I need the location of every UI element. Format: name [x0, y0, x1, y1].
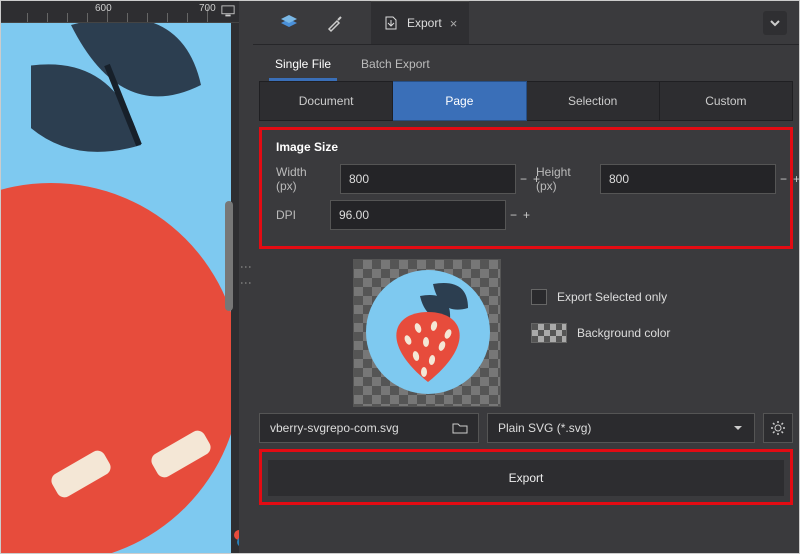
panel-resize-grip[interactable]: ⋮⋮: [239, 1, 253, 553]
chevron-down-icon[interactable]: [763, 11, 787, 35]
height-plus[interactable]: +: [793, 172, 800, 186]
dpi-plus[interactable]: +: [523, 208, 530, 222]
scope-tabs: Document Page Selection Custom: [259, 81, 793, 121]
background-color-row[interactable]: Background color: [531, 323, 670, 343]
export-button[interactable]: Export: [268, 460, 784, 496]
ruler-tick-600: 600: [95, 3, 112, 14]
brush-icon[interactable]: [325, 13, 345, 33]
display-icon: [221, 5, 235, 17]
dpi-label: DPI: [276, 208, 320, 222]
ruler-horizontal: 600 700: [1, 1, 239, 23]
scope-document[interactable]: Document: [259, 81, 393, 121]
folder-icon[interactable]: [452, 421, 468, 435]
dpi-field[interactable]: [331, 208, 502, 222]
filename-text: vberry-svgrepo-com.svg: [270, 421, 399, 435]
image-size-section: Image Size Width (px) −+ Height (px) −+ …: [262, 130, 790, 246]
tab-single-file[interactable]: Single File: [269, 49, 337, 81]
close-icon[interactable]: ×: [450, 16, 458, 31]
image-size-heading: Image Size: [276, 140, 776, 154]
format-select[interactable]: Plain SVG (*.svg): [487, 413, 755, 443]
height-input[interactable]: −+: [600, 164, 776, 194]
export-selected-row[interactable]: Export Selected only: [531, 289, 670, 305]
width-input[interactable]: −+: [340, 164, 516, 194]
background-color-label: Background color: [577, 326, 670, 340]
panel-top-tabs: Export ×: [253, 1, 799, 45]
scope-page[interactable]: Page: [393, 81, 526, 121]
export-panel: Export × Single File Batch Export Docume…: [253, 1, 799, 553]
height-minus[interactable]: −: [780, 172, 787, 186]
artboard[interactable]: [1, 23, 231, 553]
height-field[interactable]: [601, 172, 772, 186]
export-selected-label: Export Selected only: [557, 290, 667, 304]
dropdown-caret-icon: [732, 422, 744, 434]
settings-button[interactable]: [763, 413, 793, 443]
layers-icon[interactable]: [279, 13, 299, 33]
filename-box[interactable]: vberry-svgrepo-com.svg: [259, 413, 479, 443]
width-label: Width (px): [276, 165, 320, 194]
color-circles-icon: [231, 527, 239, 549]
export-selected-checkbox[interactable]: [531, 289, 547, 305]
mode-tabs: Single File Batch Export: [253, 45, 799, 81]
tab-export[interactable]: Export ×: [371, 1, 469, 44]
canvas-area[interactable]: 600 700: [1, 1, 239, 553]
tab-export-label: Export: [407, 16, 442, 30]
ruler-tick-700: 700: [199, 3, 216, 14]
format-text: Plain SVG (*.svg): [498, 421, 591, 435]
background-color-swatch[interactable]: [531, 323, 567, 343]
preview-thumbnail: [353, 259, 501, 407]
scope-selection[interactable]: Selection: [527, 81, 660, 121]
tab-batch-export[interactable]: Batch Export: [355, 49, 436, 81]
dpi-minus[interactable]: −: [510, 208, 517, 222]
vertical-scrollbar[interactable]: [225, 201, 233, 311]
dpi-input[interactable]: −+: [330, 200, 506, 230]
width-minus[interactable]: −: [520, 172, 527, 186]
width-field[interactable]: [341, 172, 512, 186]
scope-custom[interactable]: Custom: [660, 81, 793, 121]
height-label: Height (px): [536, 165, 580, 194]
